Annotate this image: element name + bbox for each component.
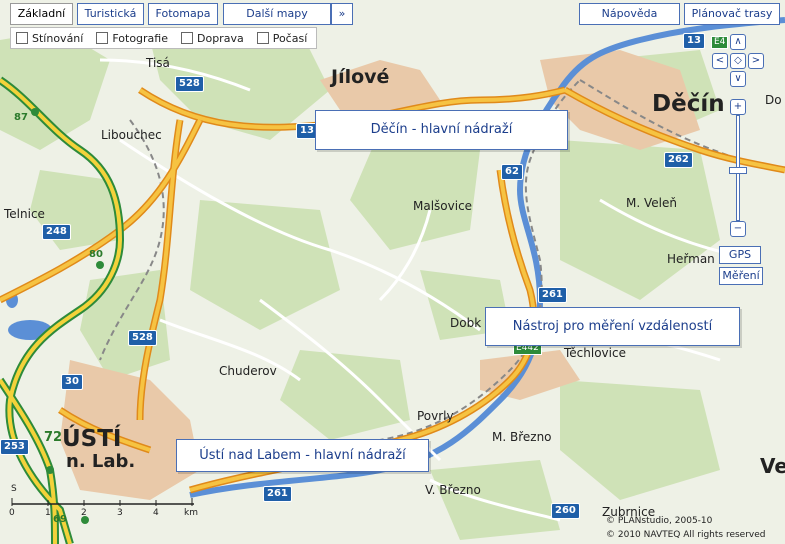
callout-measure-tool[interactable]: Nástroj pro měření vzdáleností	[485, 307, 740, 346]
copyright-navteq: © 2010 NAVTEQ All rights reserved	[606, 530, 766, 540]
layer-fotografie[interactable]: Fotografie	[96, 32, 168, 45]
road-shield-260: 260	[551, 503, 580, 519]
copyright-planstudio: © PLANstudio, 2005-10	[606, 516, 713, 526]
measure-button[interactable]: Měření	[719, 267, 763, 285]
place-v-brezno: V. Březno	[425, 483, 481, 497]
place-tisa: Tisá	[146, 56, 170, 70]
gps-button[interactable]: GPS	[719, 246, 761, 264]
zoom-slider-handle[interactable]	[729, 167, 747, 174]
place-telnice: Telnice	[4, 207, 45, 221]
road-shield-261b: 261	[263, 486, 292, 502]
scale-tick: 3	[117, 508, 123, 518]
place-m-velen: M. Veleň	[626, 196, 677, 210]
tab-zakladni[interactable]: Základní	[10, 3, 73, 25]
help-button[interactable]: Nápověda	[579, 3, 680, 25]
highway-number-80: 80	[89, 249, 103, 260]
more-maps-dropdown-icon[interactable]: »	[331, 3, 353, 25]
zoom-in-icon[interactable]: +	[730, 99, 746, 115]
tab-turisticka[interactable]: Turistická	[77, 3, 144, 25]
layer-label: Doprava	[197, 31, 244, 45]
scale-bar: S 0 1 2 3 4 km	[8, 484, 208, 520]
pan-control: ∧ < ◇ > ∨	[710, 34, 766, 92]
place-chuderov: Chuderov	[219, 364, 277, 378]
place-herman: Heřman	[667, 252, 715, 266]
scale-ruler	[11, 498, 194, 506]
tab-fotomapa[interactable]: Fotomapa	[148, 3, 218, 25]
zoom-out-icon[interactable]: −	[730, 221, 746, 237]
place-jilove: Jílové	[331, 66, 390, 88]
road-shield-30: 30	[61, 374, 83, 390]
checkbox-doprava[interactable]	[181, 32, 193, 44]
place-dobk: Dobk	[450, 316, 482, 330]
place-usti-n-lab: n. Lab.	[66, 451, 136, 472]
zoom-control: + −	[729, 99, 747, 237]
scale-tick: km	[184, 508, 198, 518]
checkbox-fotografie[interactable]	[96, 32, 109, 44]
road-shield-13: 13	[683, 33, 705, 49]
highway-number-87: 87	[14, 112, 28, 123]
checkbox-stinovani[interactable]	[16, 32, 28, 44]
pan-left-icon[interactable]: <	[712, 53, 728, 69]
road-shield-528: 528	[175, 76, 204, 92]
place-usti: ÚSTÍ	[62, 426, 122, 452]
layer-doprava[interactable]: Doprava	[181, 32, 244, 45]
callout-decin-station[interactable]: Děčín - hlavní nádraží	[315, 110, 568, 150]
layer-toggles: Stínování Fotografie Doprava Počasí	[10, 27, 317, 49]
place-povrly: Povrly	[417, 409, 454, 423]
scale-tick: 2	[81, 508, 87, 518]
highway-number-72: 72	[44, 430, 63, 445]
layer-pocasi[interactable]: Počasí	[256, 31, 308, 45]
pan-up-icon[interactable]: ∧	[730, 34, 746, 50]
layer-label: Stínování	[32, 31, 84, 45]
pan-down-icon[interactable]: ∨	[730, 71, 746, 87]
scale-tick: 4	[153, 508, 159, 518]
scale-tick: 1	[45, 508, 51, 518]
layer-label: Počasí	[272, 31, 308, 45]
place-do: Do	[765, 93, 782, 107]
place-m-brezno: M. Březno	[492, 430, 552, 444]
place-ve: Ve	[760, 454, 785, 478]
scale-tick: 0	[9, 508, 15, 518]
place-malsovice: Malšovice	[413, 199, 473, 213]
pan-center-icon[interactable]: ◇	[730, 53, 746, 69]
place-techlovice: Těchlovice	[564, 346, 626, 360]
road-shield-261: 261	[538, 287, 567, 303]
place-libouchec: Libouchec	[101, 128, 162, 142]
road-shield-62: 62	[501, 164, 523, 180]
road-shield-528b: 528	[128, 330, 157, 346]
tab-dalsi-mapy[interactable]: Další mapy	[223, 3, 331, 25]
road-shield-253: 253	[0, 439, 29, 455]
scale-letter: S	[11, 484, 17, 494]
checkbox-pocasi[interactable]	[256, 32, 269, 44]
road-shield-248: 248	[42, 224, 71, 240]
callout-usti-station[interactable]: Ústí nad Labem - hlavní nádraží	[176, 439, 429, 472]
layer-label: Fotografie	[112, 31, 168, 45]
place-decin: Děčín	[652, 91, 725, 117]
road-shield-262: 262	[664, 152, 693, 168]
route-planner-button[interactable]: Plánovač trasy	[684, 3, 780, 25]
pan-right-icon[interactable]: >	[748, 53, 764, 69]
layer-stinovani[interactable]: Stínování	[16, 32, 83, 45]
